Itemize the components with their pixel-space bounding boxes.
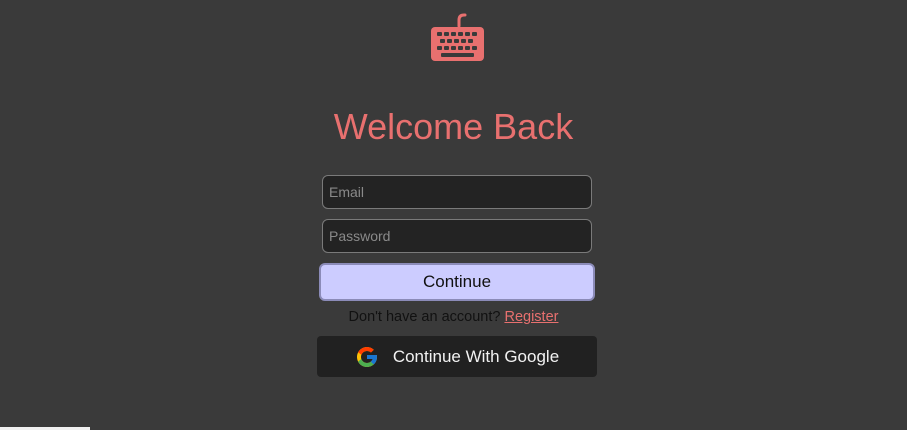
password-field[interactable]: [322, 219, 592, 253]
continue-button[interactable]: Continue: [319, 263, 595, 301]
keyboard-icon: [431, 13, 484, 61]
continue-with-google-button[interactable]: Continue With Google: [317, 336, 597, 377]
register-prompt-line: Don't have an account? Register: [0, 308, 907, 326]
google-button-label: Continue With Google: [392, 346, 560, 366]
register-link[interactable]: Register: [504, 309, 558, 325]
login-page: Welcome Back Continue Don't have an acco…: [0, 0, 907, 430]
google-icon: [356, 346, 377, 367]
page-title: Welcome Back: [333, 106, 574, 147]
register-prompt-text: Don't have an account?: [348, 309, 501, 325]
email-field[interactable]: [322, 175, 592, 209]
